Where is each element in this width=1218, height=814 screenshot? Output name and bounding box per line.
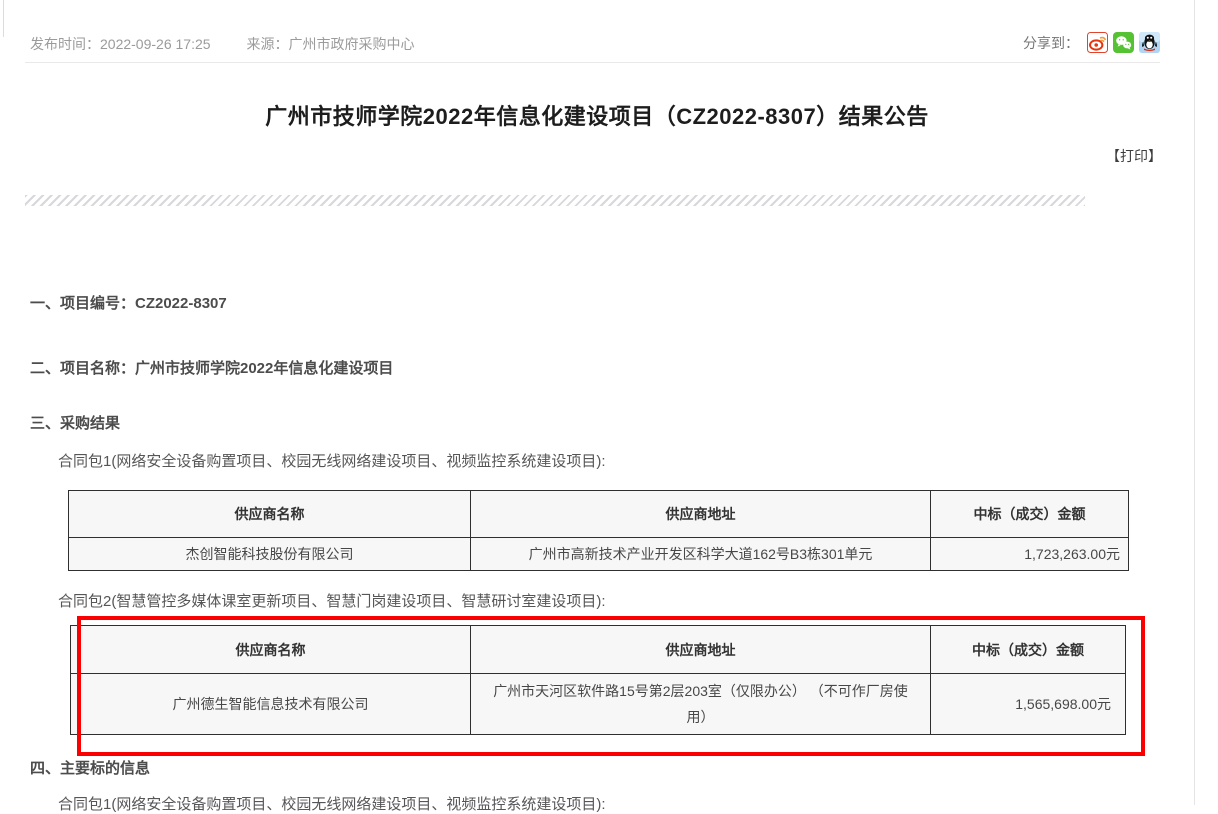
meta-bar: 发布时间：2022-09-26 17:25 来源：广州市政府采购中心 <box>30 34 451 54</box>
share-label: 分享到： <box>1023 33 1079 53</box>
header-supplier-name: 供应商名称 <box>69 491 471 538</box>
table-row: 杰创智能科技股份有限公司 广州市高新技术产业开发区科学大道162号B3栋301单… <box>69 538 1129 571</box>
publish-time-label: 发布时间： <box>30 36 100 52</box>
header-award-amount: 中标（成交）金额 <box>931 626 1126 674</box>
weibo-share-icon[interactable] <box>1087 32 1108 53</box>
package2-result-table: 供应商名称 供应商地址 中标（成交）金额 广州德生智能信息技术有限公司 广州市天… <box>70 625 1126 735</box>
cell-supplier-address: 广州市天河区软件路15号第2层203室（仅限办公） （不可作厂房使用） <box>471 674 931 735</box>
header-supplier-address: 供应商地址 <box>471 491 931 538</box>
share-box: 分享到： <box>1023 32 1160 53</box>
page-title: 广州市技师学院2022年信息化建设项目（CZ2022-8307）结果公告 <box>0 99 1194 131</box>
source-label: 来源： <box>247 36 289 52</box>
cell-supplier-name: 杰创智能科技股份有限公司 <box>69 538 471 571</box>
cell-supplier-name: 广州德生智能信息技术有限公司 <box>71 674 471 735</box>
cell-award-amount: 1,723,263.00元 <box>931 538 1129 571</box>
qq-share-icon[interactable] <box>1139 32 1160 53</box>
table-header-row: 供应商名称 供应商地址 中标（成交）金额 <box>71 626 1126 674</box>
package1-intro: 合同包1(网络安全设备购置项目、校园无线网络建设项目、视频监控系统建设项目): <box>58 450 606 471</box>
meta-divider <box>25 62 1160 63</box>
publish-time: 发布时间：2022-09-26 17:25 <box>30 36 211 52</box>
section-procurement-result: 三、采购结果 <box>30 412 120 433</box>
left-edge-line <box>3 0 4 37</box>
table-header-row: 供应商名称 供应商地址 中标（成交）金额 <box>69 491 1129 538</box>
header-award-amount: 中标（成交）金额 <box>931 491 1129 538</box>
section-main-subject-info: 四、主要标的信息 <box>30 757 150 778</box>
print-button[interactable]: 【打印】 <box>1106 146 1162 166</box>
package2-intro: 合同包2(智慧管控多媒体课室更新项目、智慧门岗建设项目、智慧研讨室建设项目): <box>58 590 606 611</box>
section-project-number: 一、项目编号：CZ2022-8307 <box>30 292 227 313</box>
source-value: 广州市政府采购中心 <box>289 36 415 52</box>
source: 来源：广州市政府采购中心 <box>247 36 415 52</box>
wechat-share-icon[interactable] <box>1113 32 1134 53</box>
cell-supplier-address: 广州市高新技术产业开发区科学大道162号B3栋301单元 <box>471 538 931 571</box>
cell-award-amount: 1,565,698.00元 <box>931 674 1126 735</box>
bottom-partial-line: 合同包1(网络安全设备购置项目、校园无线网络建设项目、视频监控系统建设项目): <box>58 793 606 814</box>
hatch-divider <box>25 195 1085 206</box>
page-right-border <box>1194 0 1195 805</box>
header-supplier-name: 供应商名称 <box>71 626 471 674</box>
header-supplier-address: 供应商地址 <box>471 626 931 674</box>
section-project-name: 二、项目名称：广州市技师学院2022年信息化建设项目 <box>30 357 393 378</box>
table-row: 广州德生智能信息技术有限公司 广州市天河区软件路15号第2层203室（仅限办公）… <box>71 674 1126 735</box>
package1-result-table: 供应商名称 供应商地址 中标（成交）金额 杰创智能科技股份有限公司 广州市高新技… <box>68 490 1129 571</box>
publish-time-value: 2022-09-26 17:25 <box>100 36 211 52</box>
